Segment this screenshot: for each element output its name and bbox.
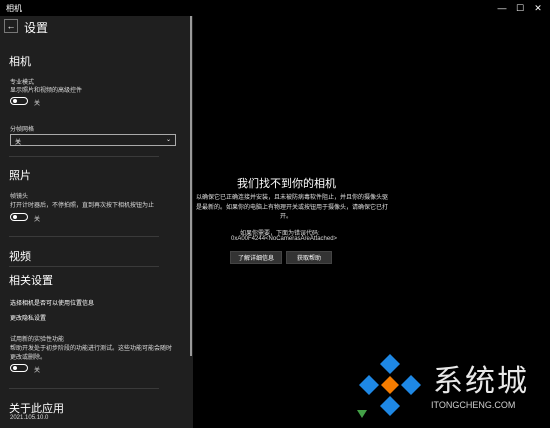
- experimental-description-2: 更改或删除。: [10, 355, 47, 361]
- divider: [9, 266, 159, 267]
- grid-select[interactable]: 关 ⌄: [10, 134, 176, 146]
- learn-more-button[interactable]: 了解详细信息: [230, 251, 282, 264]
- app-version: 2021.105.10.0: [10, 415, 49, 421]
- watermark-logo-icon: [357, 354, 421, 418]
- back-arrow-icon: ←: [6, 21, 16, 31]
- timelapse-label: 帧镜头: [10, 194, 29, 200]
- divider: [9, 388, 159, 389]
- pro-mode-toggle[interactable]: [10, 97, 28, 105]
- timelapse-description: 打开计时器后，不停拍照，直到再次按下相机按钮为止: [10, 203, 155, 209]
- experimental-description: 帮助开发处于初步阶段的功能进行测试。这些功能可能会随时: [10, 346, 173, 352]
- watermark-url: ITONGCHENG.COM: [431, 400, 516, 410]
- error-code: 0xA00F4244<NoCamerasAreAttached>: [231, 236, 338, 242]
- experimental-toggle[interactable]: [10, 364, 28, 372]
- divider: [9, 156, 159, 157]
- photo-heading: 照片: [9, 170, 31, 182]
- minimize-button[interactable]: —: [493, 0, 511, 16]
- about-heading: 关于此应用: [9, 403, 64, 415]
- toggle-knob: [13, 99, 17, 103]
- close-button[interactable]: ✕: [529, 0, 547, 16]
- window-title: 相机: [6, 4, 22, 13]
- error-message-line: 是最新的。如果你的电脑上有物理开关或按钮用于摄像头，请确保它已打: [196, 205, 389, 211]
- title-bar: 相机 — ☐ ✕: [0, 0, 550, 16]
- timelapse-toggle[interactable]: [10, 213, 28, 221]
- settings-scrollbar[interactable]: [190, 16, 192, 356]
- camera-error-title: 我们找不到你的相机: [237, 178, 336, 190]
- experimental-state: 关: [34, 368, 41, 374]
- grid-selected-value: 关: [15, 140, 22, 146]
- location-settings-link[interactable]: 选择相机是否可以使用位置信息: [10, 298, 94, 307]
- divider: [9, 236, 159, 237]
- pro-mode-state: 关: [34, 101, 41, 107]
- camera-heading: 相机: [9, 56, 31, 68]
- get-help-button[interactable]: 获取帮助: [286, 251, 332, 264]
- error-message-line: 开。: [280, 214, 293, 220]
- related-settings-heading: 相关设置: [9, 275, 53, 287]
- experimental-label: 试用新的实验性功能: [10, 337, 65, 343]
- watermark: 系统城 ITONGCHENG.COM: [355, 350, 545, 422]
- watermark-name: 系统城: [433, 364, 529, 399]
- toggle-knob: [13, 215, 17, 219]
- video-heading: 视频: [9, 251, 31, 263]
- toggle-knob: [13, 366, 17, 370]
- grid-label: 分帧网格: [10, 127, 35, 133]
- error-message-line: 以确保它已正确连接并安装，且未被防病毒软件阻止，并且你的摄像头驱: [196, 195, 389, 201]
- maximize-button[interactable]: ☐: [511, 0, 529, 16]
- settings-title: 设置: [24, 21, 49, 35]
- privacy-settings-link[interactable]: 更改隐私设置: [10, 313, 46, 322]
- chevron-down-icon: ⌄: [165, 137, 171, 143]
- pro-mode-description: 显示照片和视频的高级控件: [10, 88, 83, 94]
- timelapse-state: 关: [34, 217, 41, 223]
- back-button[interactable]: ←: [4, 19, 18, 33]
